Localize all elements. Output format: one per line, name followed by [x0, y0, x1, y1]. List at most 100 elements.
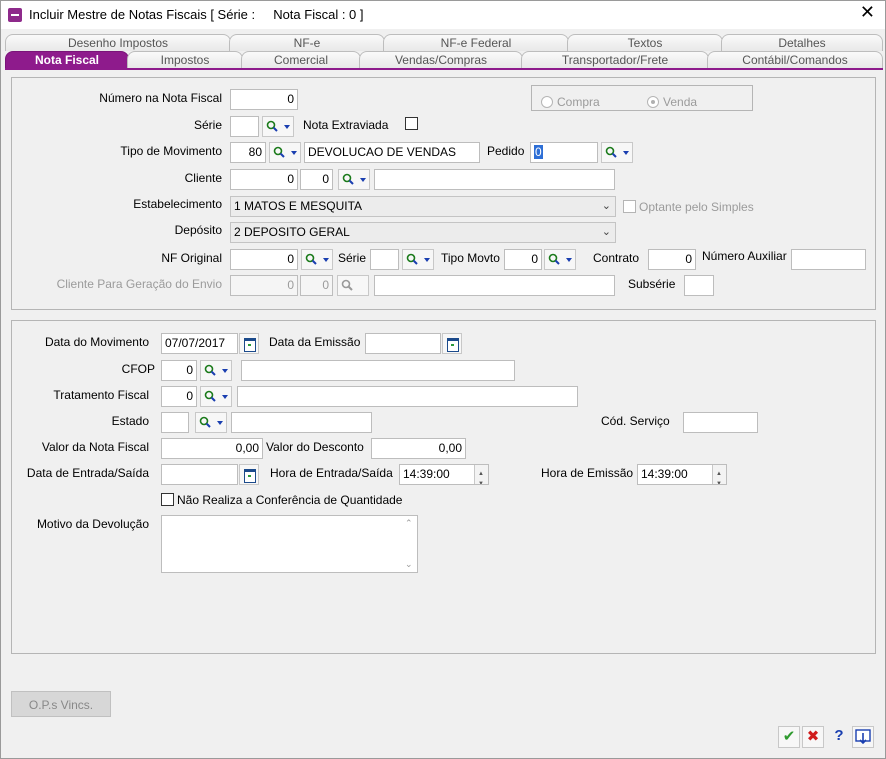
numero-nf-input[interactable]: 0: [230, 89, 298, 110]
deposito-value: 2 DEPOSITO GERAL: [234, 225, 350, 239]
estabelecimento-select[interactable]: 1 MATOS E MESQUITA ⌄: [230, 196, 616, 217]
motivo-devolucao-label: Motivo da Devolução: [36, 517, 149, 531]
tipo-movimento-desc-input[interactable]: DEVOLUCAO DE VENDAS: [304, 142, 480, 163]
deposito-select[interactable]: 2 DEPOSITO GERAL ⌄: [230, 222, 616, 243]
scroll-down-icon[interactable]: ⌄: [405, 559, 413, 570]
data-emissao-label: Data da Emissão: [269, 335, 361, 349]
close-icon[interactable]: ✕: [860, 4, 875, 22]
check-icon[interactable]: ✔: [778, 726, 800, 748]
textarea-scrollbar[interactable]: ⌃ ⌄: [401, 516, 417, 572]
valor-nf-input[interactable]: 0,00: [161, 438, 263, 459]
valor-desconto-label: Valor do Desconto: [266, 440, 364, 454]
tab-textos[interactable]: Textos: [567, 34, 723, 51]
data-movimento-input[interactable]: 07/07/2017: [161, 333, 238, 354]
pedido-lookup-button[interactable]: [601, 142, 633, 163]
calendar-icon[interactable]: [239, 333, 259, 354]
pedido-label: Pedido: [487, 144, 525, 158]
hora-entrada-saida-value: 14:39:00: [403, 467, 450, 481]
estado-desc-input[interactable]: [231, 412, 372, 433]
search-icon: [266, 120, 278, 132]
tab-comercial[interactable]: Comercial: [241, 51, 361, 68]
ops-vincs-button[interactable]: O.P.s Vincs.: [11, 691, 111, 717]
numero-auxiliar-input[interactable]: [791, 249, 866, 270]
search-icon: [204, 390, 216, 402]
motivo-devolucao-textarea[interactable]: ⌃ ⌄: [161, 515, 418, 573]
contrato-input[interactable]: 0: [648, 249, 696, 270]
tab-nfe-federal[interactable]: NF-e Federal: [383, 34, 569, 51]
export-icon[interactable]: [852, 726, 874, 748]
tipo-movto-label: Tipo Movto: [441, 251, 500, 265]
estado-lookup-button[interactable]: [195, 412, 227, 433]
chevron-down-icon: ⌄: [601, 226, 611, 238]
scroll-up-icon[interactable]: ⌃: [405, 518, 413, 529]
cliente-code2-input[interactable]: 0: [300, 169, 333, 190]
serie2-lookup-button[interactable]: [402, 249, 434, 270]
search-icon: [199, 416, 211, 428]
serie2-input[interactable]: [370, 249, 399, 270]
serie-lookup-button[interactable]: [262, 116, 294, 137]
spinner-icon[interactable]: [712, 465, 726, 484]
tab-vendas-compras[interactable]: Vendas/Compras: [359, 51, 523, 68]
cliente-envio-name-input[interactable]: [374, 275, 615, 296]
tratamento-fiscal-desc-input[interactable]: [237, 386, 578, 407]
radio-compra[interactable]: [541, 96, 553, 108]
pedido-input[interactable]: 0: [530, 142, 598, 163]
data-entrada-saida-input[interactable]: [161, 464, 238, 485]
nf-original-label: NF Original: [161, 251, 222, 265]
tab-transportador-frete[interactable]: Transportador/Frete: [521, 51, 709, 68]
cancel-x-icon[interactable]: ✖: [802, 726, 824, 748]
radio-compra-label: Compra: [557, 95, 600, 109]
cliente-name-input[interactable]: [374, 169, 615, 190]
tratamento-fiscal-lookup-button[interactable]: [200, 386, 232, 407]
nota-extraviada-checkbox[interactable]: [405, 117, 418, 130]
calendar-icon[interactable]: [442, 333, 462, 354]
deposito-label: Depósito: [174, 223, 222, 237]
tab-detalhes[interactable]: Detalhes: [721, 34, 883, 51]
cliente-envio-lookup-button[interactable]: [337, 275, 369, 296]
tipo-movimento-label: Tipo de Movimento: [120, 144, 222, 158]
data-emissao-input[interactable]: [365, 333, 441, 354]
cliente-envio-code2-input[interactable]: 0: [300, 275, 333, 296]
serie-label: Série: [193, 118, 222, 132]
cfop-desc-input[interactable]: [241, 360, 515, 381]
tab-nfe[interactable]: NF-e: [229, 34, 385, 51]
tab-nota-fiscal[interactable]: Nota Fiscal: [5, 51, 129, 68]
search-icon: [305, 253, 317, 265]
hora-emissao-input[interactable]: 14:39:00: [637, 464, 727, 485]
optante-checkbox[interactable]: [623, 200, 636, 213]
hora-entrada-saida-input[interactable]: 14:39:00: [399, 464, 489, 485]
tab-contabil-comandos[interactable]: Contábil/Comandos: [707, 51, 883, 68]
cfop-code-input[interactable]: 0: [161, 360, 197, 381]
tab-desenho-impostos[interactable]: Desenho Impostos: [5, 34, 231, 51]
serie-input[interactable]: [230, 116, 259, 137]
tipo-movto-lookup-button[interactable]: [544, 249, 576, 270]
app-icon: [8, 8, 22, 22]
spinner-icon[interactable]: [474, 465, 488, 484]
cliente-code-input[interactable]: 0: [230, 169, 298, 190]
help-button[interactable]: ?: [828, 726, 850, 748]
tipo-movto-input[interactable]: 0: [504, 249, 542, 270]
numero-nf-label: Número na Nota Fiscal: [99, 91, 222, 105]
tipo-movimento-lookup-button[interactable]: [269, 142, 301, 163]
tipo-movimento-code-input[interactable]: 80: [230, 142, 266, 163]
tab-impostos[interactable]: Impostos: [127, 51, 243, 68]
subserie-label: Subsérie: [628, 277, 676, 291]
nao-realiza-checkbox[interactable]: [161, 493, 174, 506]
hora-emissao-label: Hora de Emissão: [541, 466, 634, 480]
cfop-lookup-button[interactable]: [200, 360, 232, 381]
nf-original-input[interactable]: 0: [230, 249, 298, 270]
calendar-icon[interactable]: [239, 464, 259, 485]
nf-original-lookup-button[interactable]: [301, 249, 333, 270]
cod-servico-input[interactable]: [683, 412, 758, 433]
radio-venda[interactable]: [647, 96, 659, 108]
estado-code-input[interactable]: [161, 412, 189, 433]
tratamento-fiscal-code-input[interactable]: 0: [161, 386, 197, 407]
cliente-envio-code-input[interactable]: 0: [230, 275, 298, 296]
subserie-input[interactable]: [684, 275, 714, 296]
cliente-lookup-button[interactable]: [338, 169, 370, 190]
cliente-label: Cliente: [184, 171, 222, 185]
dropdown-arrow-icon: [222, 369, 228, 373]
window-title: Incluir Mestre de Notas Fiscais [ Série …: [29, 7, 364, 22]
nota-extraviada-label: Nota Extraviada: [303, 118, 389, 132]
valor-desconto-input[interactable]: 0,00: [371, 438, 466, 459]
